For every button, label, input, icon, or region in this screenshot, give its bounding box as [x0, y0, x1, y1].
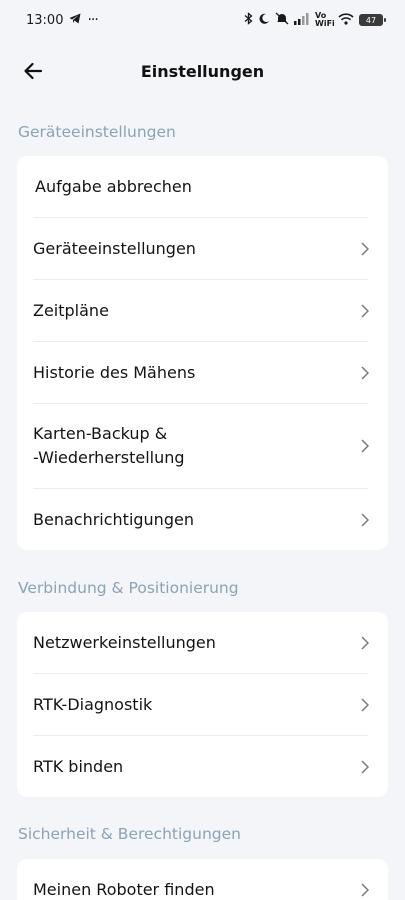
chevron-right-icon — [360, 697, 370, 713]
row-label: Benachrichtigungen — [33, 509, 194, 529]
vowifi-label: Vo WiFi — [315, 11, 335, 28]
row-label: Meinen Roboter finden — [33, 880, 215, 899]
section-title: Verbindung & Positionierung — [18, 579, 239, 597]
chevron-right-icon — [360, 882, 370, 898]
row-mowing-history[interactable]: Historie des Mähens — [33, 342, 370, 404]
battery-icon: 47 — [359, 14, 386, 26]
chevron-right-icon — [360, 438, 370, 454]
row-rtk-bind[interactable]: RTK binden — [33, 736, 370, 797]
arrow-left-icon — [24, 62, 43, 80]
row-notifications[interactable]: Benachrichtigungen — [33, 489, 370, 550]
signal-icon — [294, 12, 310, 28]
row-label: Zeitpläne — [33, 300, 109, 320]
page-title: Einstellungen — [140, 61, 265, 81]
chevron-right-icon — [360, 759, 370, 775]
row-label: Geräteeinstellungen — [33, 238, 196, 258]
section-connection: Verbindung & Positionierung Netzwerkeins… — [0, 576, 405, 797]
status-bar: 13:00 ··· Vo WiFi 47 — [0, 0, 405, 40]
section-security: Sicherheit & Berechtigungen Meinen Robot… — [0, 822, 405, 900]
settings-list: Geräteeinstellungen Aufgabe abbrechen Ge… — [0, 120, 405, 900]
status-time: 13:00 — [26, 12, 64, 28]
status-dots: ··· — [87, 12, 98, 28]
status-left: 13:00 ··· — [26, 12, 99, 28]
row-cancel-task[interactable]: Aufgabe abbrechen — [33, 156, 368, 218]
moon-icon — [258, 13, 270, 28]
row-device-settings[interactable]: Geräteeinstellungen — [33, 218, 370, 280]
row-label: RTK-Diagnostik — [33, 694, 153, 714]
row-rtk-diagnostics[interactable]: RTK-Diagnostik — [33, 674, 370, 736]
telegram-icon — [69, 13, 81, 28]
row-label: Karten-Backup & -Wiederherstellung — [33, 424, 185, 467]
chevron-right-icon — [360, 365, 370, 381]
section-title: Sicherheit & Berechtigungen — [18, 825, 241, 843]
row-schedules[interactable]: Zeitpläne — [33, 280, 370, 342]
chevron-right-icon — [360, 635, 370, 651]
mute-icon — [275, 12, 289, 28]
status-right: Vo WiFi 47 — [244, 11, 386, 28]
row-network-settings[interactable]: Netzwerkeinstellungen — [33, 612, 370, 674]
card-device-settings: Aufgabe abbrechen Geräteeinstellungen Ze… — [17, 156, 388, 550]
section-title: Geräteeinstellungen — [18, 123, 176, 141]
bluetooth-icon — [244, 12, 253, 28]
card-security: Meinen Roboter finden — [17, 859, 388, 900]
wifi-icon — [338, 12, 354, 28]
section-device-settings: Geräteeinstellungen Aufgabe abbrechen Ge… — [0, 120, 405, 550]
row-find-robot[interactable]: Meinen Roboter finden — [33, 859, 370, 900]
row-label: RTK binden — [33, 756, 124, 776]
chevron-right-icon — [360, 512, 370, 528]
row-label: Netzwerkeinstellungen — [33, 632, 216, 652]
row-label: Aufgabe abbrechen — [35, 176, 192, 196]
battery-level: 47 — [365, 15, 377, 25]
top-app-bar: Einstellungen — [0, 40, 405, 102]
card-connection: Netzwerkeinstellungen RTK-Diagnostik RTK… — [17, 612, 388, 797]
row-label: Historie des Mähens — [33, 362, 196, 382]
chevron-right-icon — [360, 241, 370, 257]
back-button[interactable] — [18, 56, 48, 86]
chevron-right-icon — [360, 303, 370, 319]
row-map-backup[interactable]: Karten-Backup & -Wiederherstellung — [33, 404, 370, 489]
